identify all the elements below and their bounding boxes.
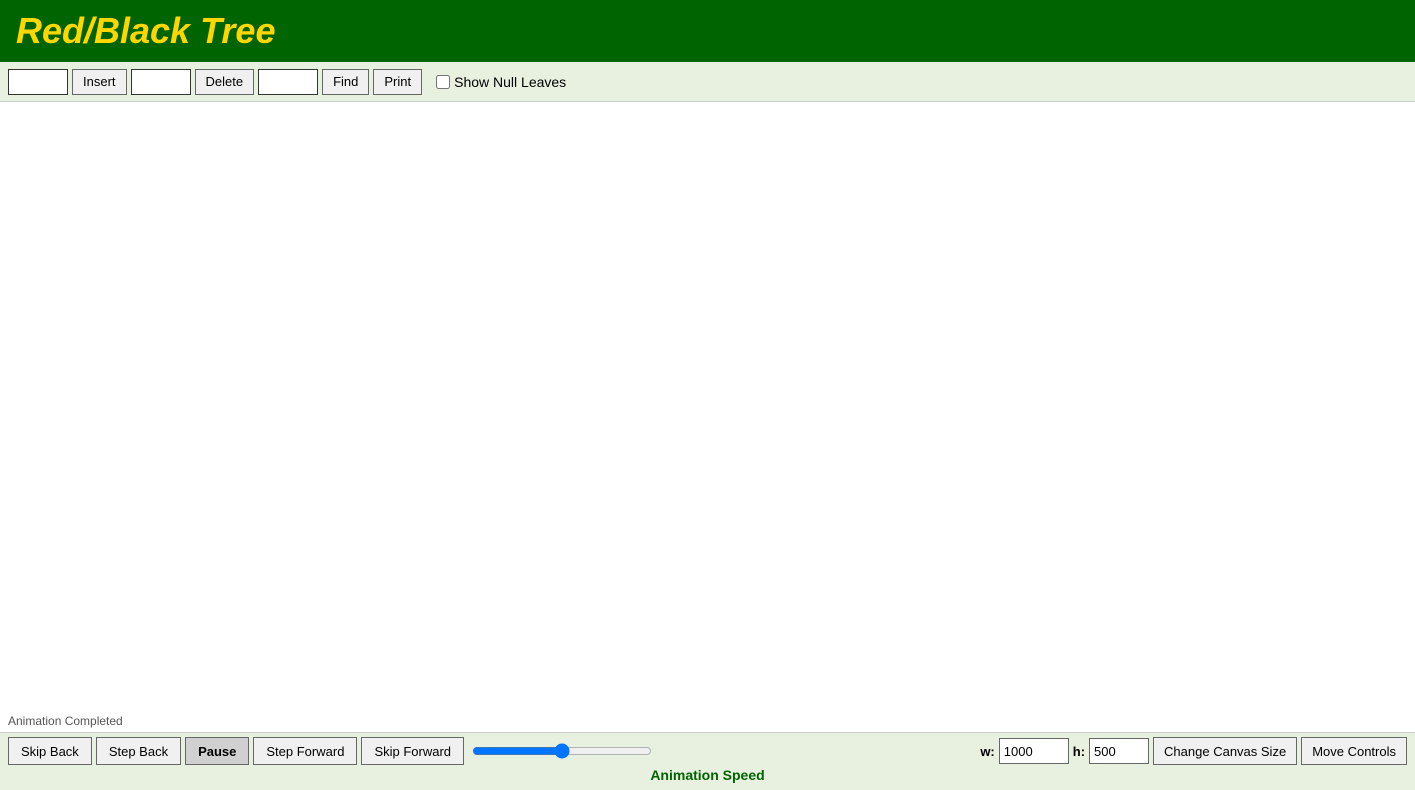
delete-button[interactable]: Delete [195,69,255,95]
toolbar: Insert Delete Find Print Show Null Leave… [0,62,1415,102]
bottom-bar: Skip Back Step Back Pause Step Forward S… [0,732,1415,790]
animation-status: Animation Completed [0,710,131,732]
pause-button[interactable]: Pause [185,737,249,765]
app-title: Red/Black Tree [16,10,275,52]
bottom-controls: Skip Back Step Back Pause Step Forward S… [8,737,1407,765]
step-forward-button[interactable]: Step Forward [253,737,357,765]
skip-back-button[interactable]: Skip Back [8,737,92,765]
animation-speed-label: Animation Speed [650,767,764,783]
speed-slider-container [472,741,652,761]
canvas-height-label: h: [1073,744,1085,759]
move-controls-button[interactable]: Move Controls [1301,737,1407,765]
speed-slider[interactable] [472,741,652,761]
print-button[interactable]: Print [373,69,422,95]
insert-button[interactable]: Insert [72,69,127,95]
canvas-width-input[interactable] [999,738,1069,764]
delete-input[interactable] [131,69,191,95]
skip-forward-button[interactable]: Skip Forward [361,737,464,765]
show-null-leaves-label[interactable]: Show Null Leaves [436,74,566,90]
insert-input[interactable] [8,69,68,95]
canvas-width-label: w: [980,744,994,759]
show-null-leaves-text: Show Null Leaves [454,74,566,90]
canvas-size-controls: w: h: Change Canvas Size Move Controls [980,737,1407,765]
canvas-height-input[interactable] [1089,738,1149,764]
change-canvas-size-button[interactable]: Change Canvas Size [1153,737,1297,765]
app-header: Red/Black Tree [0,0,1415,62]
step-back-button[interactable]: Step Back [96,737,181,765]
show-null-leaves-checkbox[interactable] [436,75,450,89]
find-input[interactable] [258,69,318,95]
canvas-area: Animation Completed [0,102,1415,732]
find-button[interactable]: Find [322,69,369,95]
